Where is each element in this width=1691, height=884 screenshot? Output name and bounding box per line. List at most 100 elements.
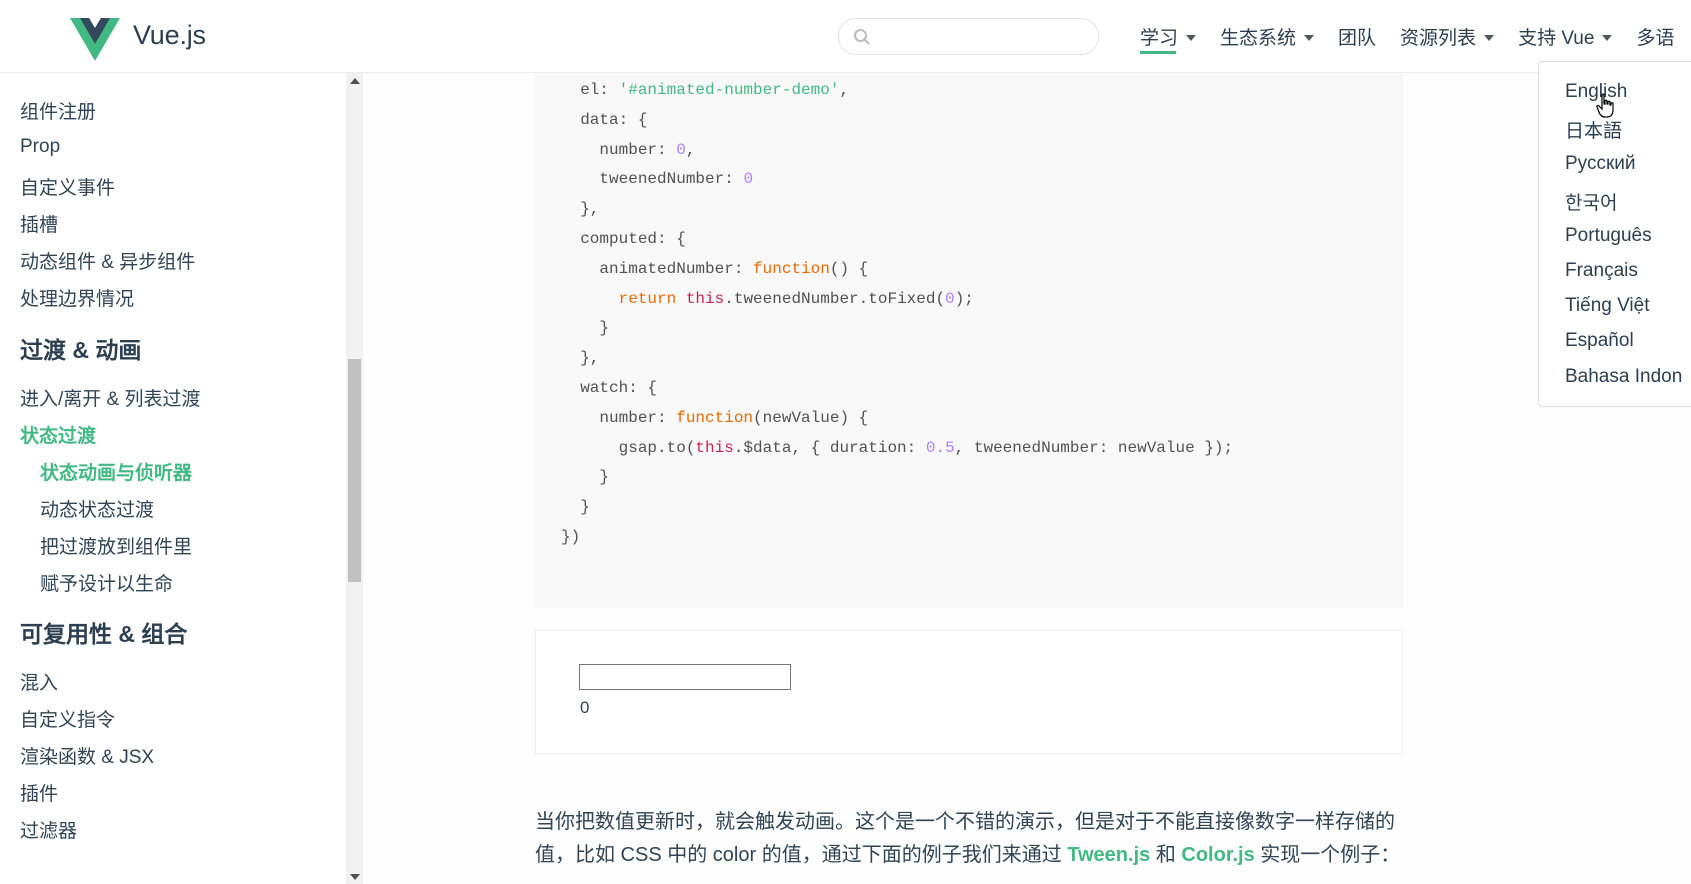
code-line: } [561, 319, 609, 337]
nav-team[interactable]: 团队 [1338, 0, 1376, 73]
code-token: } [599, 468, 610, 487]
code-token: number: [599, 408, 677, 427]
brand-name[interactable]: Vue.js [133, 20, 206, 51]
scroll-thumb[interactable] [348, 359, 361, 582]
number-input[interactable] [579, 664, 791, 690]
code-token: } [599, 319, 610, 338]
code-token: } [580, 498, 590, 517]
code-line: tweenedNumber: 0 [561, 170, 753, 188]
search-input[interactable] [838, 18, 1099, 55]
code-token: 0 [676, 140, 686, 159]
code-token: ); [954, 289, 974, 308]
code-block: el: '#animated-number-demo', data: { num… [535, 73, 1403, 608]
code-line: animatedNumber: function() { [561, 260, 868, 278]
paragraph-line-1: 当你把数值更新时，就会触发动画。这个是一个不错的演示，但是对于不能直接像数字一样… [535, 811, 1395, 833]
lang-french[interactable]: Français [1565, 260, 1638, 282]
code-token: '#animated-number-demo' [618, 81, 840, 99]
code-token: }, [580, 200, 600, 219]
code-token: , [685, 140, 696, 159]
sidebar-item-component-registration[interactable]: 组件注册 [20, 97, 96, 124]
code-token: tweenedNumber: [599, 170, 744, 189]
code-token: 0 [945, 289, 955, 308]
code-line: computed: { [561, 230, 686, 248]
sidebar-item-enter-leave[interactable]: 进入/离开 & 列表过渡 [20, 384, 201, 411]
sidebar-item-custom-directives[interactable]: 自定义指令 [20, 705, 115, 732]
sidebar-section-transitions: 过渡 & 动画 [20, 337, 142, 363]
code-token: () { [829, 259, 869, 278]
code-line: }) [561, 528, 580, 546]
code-line: }, [561, 349, 599, 367]
nav-label: 生态系统 [1220, 28, 1297, 49]
code-token: data: { [580, 110, 648, 129]
chevron-down-icon [1304, 35, 1315, 41]
sidebar-item-slots[interactable]: 插槽 [20, 210, 58, 237]
code-line: gsap.to(this.$data, { duration: 0.5, twe… [561, 438, 1234, 457]
sidebar-item-custom-events[interactable]: 自定义事件 [20, 173, 115, 200]
chevron-down-icon [1602, 35, 1613, 41]
nav-label: 支持 Vue [1518, 28, 1595, 49]
code-line: watch: { [561, 379, 657, 397]
code-token: }, [580, 349, 600, 368]
paragraph-text: 实现一个例子： [1254, 844, 1401, 866]
lang-vietnamese[interactable]: Tiếng Việt [1565, 295, 1650, 317]
sidebar-subitem-organizing-components[interactable]: 把过渡放到组件里 [40, 532, 192, 559]
code-token: watch: { [580, 379, 658, 397]
top-header: Vue.js 学习 生态系统 团队 资源列表 支持 Vue 多语 [0, 0, 1691, 73]
lang-portuguese[interactable]: Português [1565, 225, 1652, 247]
demo-box: 0 [535, 630, 1403, 754]
vue-logo-icon[interactable] [70, 18, 120, 61]
code-token: function [676, 408, 754, 427]
code-token: 0 [743, 170, 754, 189]
nav-learn[interactable]: 学习 [1140, 0, 1197, 73]
sidebar-section-reusability: 可复用性 & 组合 [20, 621, 188, 647]
sidebar-subitem-bringing-to-life[interactable]: 赋予设计以生命 [40, 569, 173, 596]
chevron-down-icon [1186, 35, 1197, 41]
code-line: number: function(newValue) { [561, 409, 868, 427]
code-line: data: { [561, 111, 647, 129]
lang-japanese[interactable]: 日本語 [1565, 116, 1622, 143]
code-line: el: '#animated-number-demo', [561, 81, 849, 99]
sidebar-item-state-transitions[interactable]: 状态过渡 [20, 421, 96, 448]
sidebar-item-filters[interactable]: 过滤器 [20, 816, 77, 843]
nav-ecosystem[interactable]: 生态系统 [1220, 0, 1315, 73]
code-line: } [561, 498, 590, 516]
lang-korean[interactable]: 한국어 [1565, 188, 1617, 215]
scroll-down-arrow-icon[interactable] [350, 874, 360, 880]
lang-indonesian[interactable]: Bahasa Indon [1565, 366, 1682, 388]
sidebar-item-plugins[interactable]: 插件 [20, 779, 58, 806]
nav-label: 学习 [1140, 28, 1179, 49]
sidebar-subitem-animating-watchers[interactable]: 状态动画与侦听器 [40, 458, 192, 485]
code-line: return this.tweenedNumber.toFixed(0); [561, 290, 974, 308]
animated-number-output: 0 [580, 698, 590, 717]
sidebar-item-edge-cases[interactable]: 处理边界情况 [20, 284, 134, 311]
sidebar-scrollbar[interactable] [346, 73, 363, 884]
code-token: , [839, 81, 850, 99]
colorjs-link[interactable]: Color.js [1181, 844, 1254, 866]
paragraph-text: 和 [1150, 844, 1182, 866]
code-token: number: [599, 140, 677, 159]
code-token: .$data, { duration: [733, 438, 926, 457]
code-line: number: 0, [561, 141, 695, 159]
search-icon [854, 29, 870, 45]
sidebar-item-mixins[interactable]: 混入 [20, 668, 58, 695]
code-line: } [561, 468, 609, 486]
code-token: 0.5 [925, 438, 955, 457]
sidebar-item-render-functions[interactable]: 渲染函数 & JSX [20, 742, 154, 769]
code-token: gsap.to( [618, 438, 696, 457]
tweenjs-link[interactable]: Tween.js [1067, 844, 1150, 866]
code-token: (newValue) { [753, 408, 869, 427]
paragraph-line-2: 值，比如 CSS 中的 color 的值，通过下面的例子我们来通过 Tween.… [535, 838, 1415, 867]
nav-resources[interactable]: 资源列表 [1400, 0, 1495, 73]
chevron-down-icon [1484, 35, 1495, 41]
paragraph-text: 值，比如 CSS 中的 color 的值，通过下面的例子我们来通过 [535, 844, 1068, 866]
lang-russian[interactable]: Русский [1565, 153, 1636, 175]
sidebar-subitem-dynamic-state[interactable]: 动态状态过渡 [40, 495, 154, 522]
sidebar-item-prop[interactable]: Prop [20, 136, 60, 158]
nav-label: 团队 [1338, 28, 1377, 49]
code-token: function [753, 259, 830, 278]
sidebar: 组件注册 Prop 自定义事件 插槽 动态组件 & 异步组件 处理边界情况 过渡… [0, 73, 347, 884]
lang-spanish[interactable]: Español [1565, 330, 1634, 352]
scroll-up-arrow-icon[interactable] [350, 78, 360, 84]
sidebar-item-dynamic-async[interactable]: 动态组件 & 异步组件 [20, 247, 195, 274]
